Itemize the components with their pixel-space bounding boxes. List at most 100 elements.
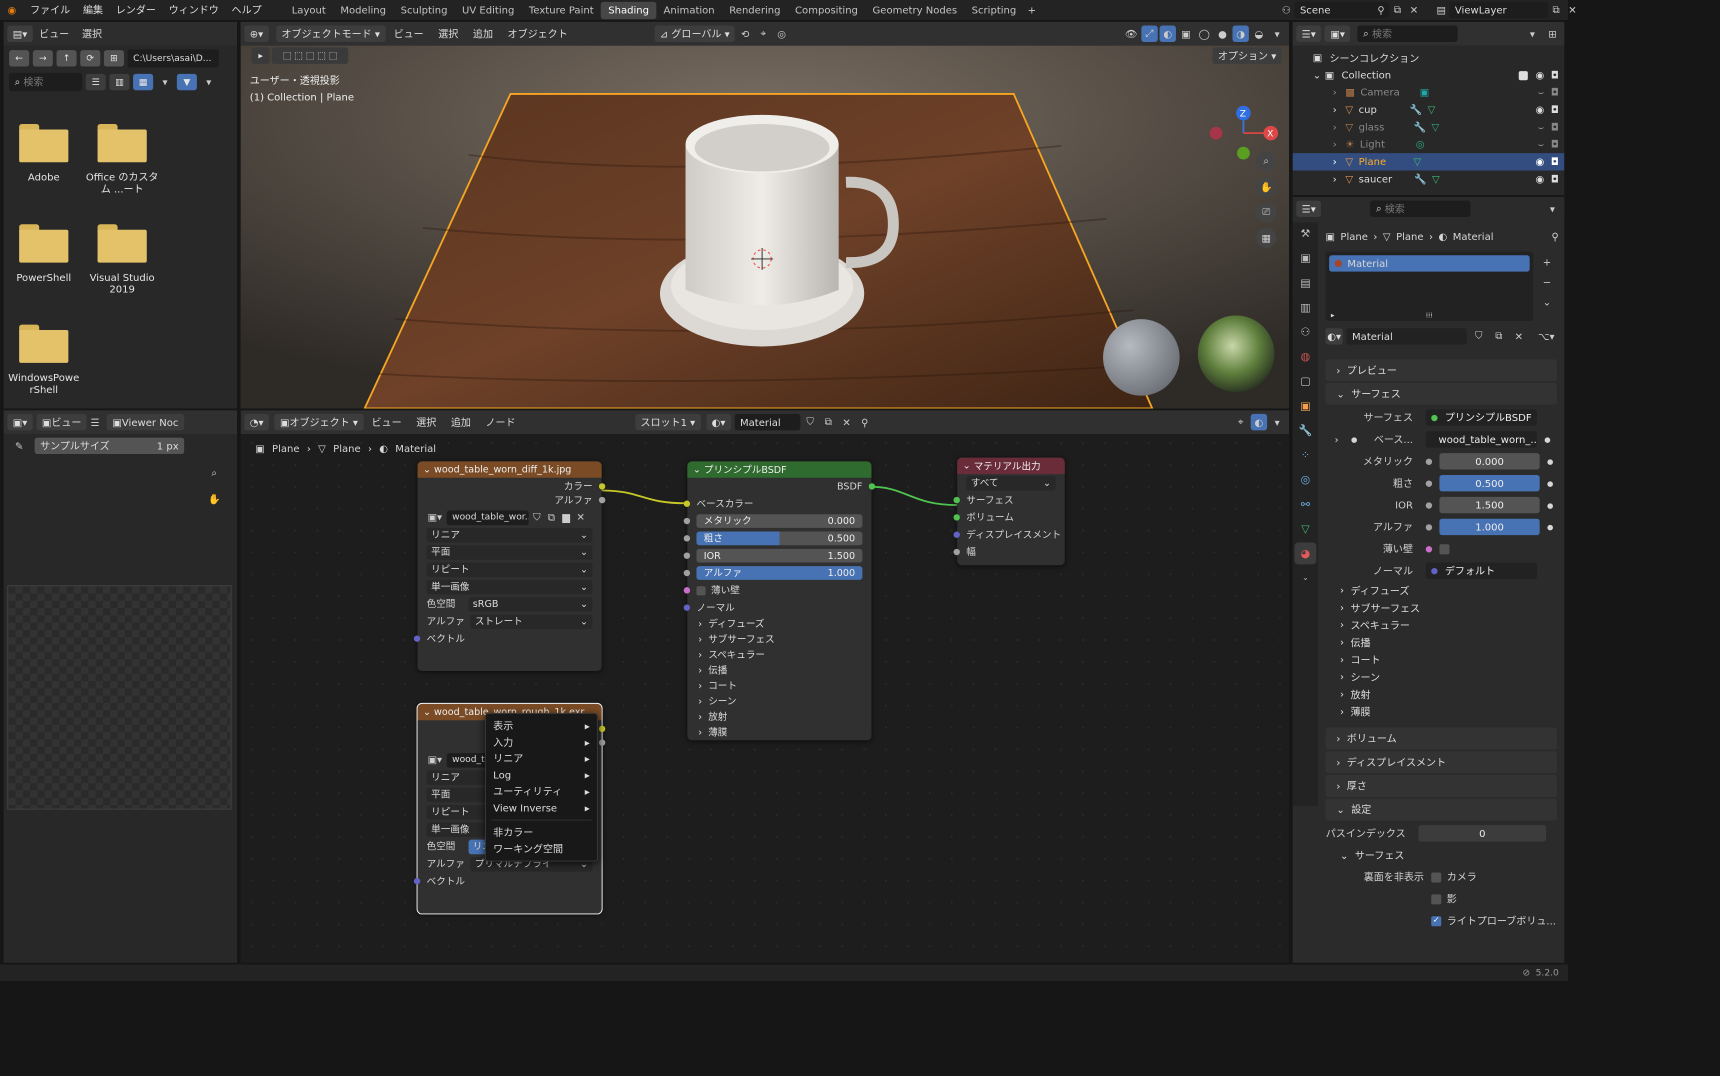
displacement-socket[interactable] bbox=[953, 531, 960, 538]
filter-dropdown-icon[interactable]: ▾ bbox=[201, 74, 217, 90]
eye-icon[interactable]: ◉ bbox=[1535, 156, 1544, 168]
editor-type-select[interactable]: ▤▾ bbox=[7, 25, 33, 42]
tab-rendering[interactable]: Rendering bbox=[722, 1, 788, 18]
panel-specular[interactable]: › スペキュラー bbox=[687, 647, 871, 662]
thin-wall-checkbox[interactable] bbox=[1439, 543, 1450, 554]
particles-tab-icon[interactable]: ⁘ bbox=[1294, 444, 1316, 466]
keyframe-icon[interactable]: ● bbox=[1547, 501, 1553, 509]
image-browse-icon[interactable]: ▣▾ bbox=[425, 509, 445, 525]
principled-bsdf-node[interactable]: ⌄ プリンシプルBSDF BSDF ベースカラー メタリック 0.000 粗さ 0.… bbox=[683, 461, 876, 741]
image-canvas[interactable] bbox=[7, 585, 232, 810]
editor-type-select[interactable]: ☰▾ bbox=[1296, 200, 1322, 217]
vector-input-socket[interactable] bbox=[413, 635, 421, 642]
overlay-icon[interactable]: ◐ bbox=[1159, 25, 1176, 42]
outliner-item-cup[interactable]: › ▽ cup 🔧 ▽ ◉ ◘ bbox=[1293, 101, 1565, 118]
tool-tab-icon[interactable]: ⚒ bbox=[1294, 222, 1316, 244]
menu-file[interactable]: ファイル bbox=[24, 3, 77, 18]
sample-size-field[interactable]: サンプルサイズ 1 px bbox=[34, 437, 185, 455]
section-displacement[interactable]: › ディスプレイスメント bbox=[1325, 751, 1558, 774]
alpha-socket[interactable] bbox=[683, 569, 691, 577]
editor-type-select[interactable]: ▣▾ bbox=[7, 413, 33, 431]
panel-diffuse[interactable]: › ディフューズ bbox=[687, 616, 871, 631]
scene-icon[interactable]: ⚇ bbox=[1278, 2, 1294, 18]
shading-options-icon[interactable]: ▾ bbox=[1269, 26, 1285, 42]
more-tabs-icon[interactable]: ⌄ bbox=[1294, 567, 1316, 589]
node-header[interactable]: ⌄ プリンシプルBSDF bbox=[687, 461, 872, 478]
eye-icon[interactable]: ⌣ bbox=[1538, 121, 1545, 134]
transform-orientation-select[interactable]: ⊿ グローバル ▾ bbox=[654, 25, 736, 42]
node-header[interactable]: ⌄ マテリアル出力 bbox=[957, 457, 1065, 475]
lightprobe-checkbox[interactable]: ✓ bbox=[1431, 915, 1442, 926]
folder-item[interactable]: Office のカスタム ...ート bbox=[86, 123, 159, 195]
image-browse-icon[interactable]: ▣▾ bbox=[425, 752, 445, 768]
back-icon[interactable]: ← bbox=[9, 50, 30, 67]
image-name-field[interactable]: wood_table_wor... bbox=[446, 510, 529, 525]
new-collection-icon[interactable]: ⊞ bbox=[1544, 26, 1560, 42]
pin-icon[interactable]: ⚲ bbox=[1373, 2, 1389, 18]
subpanel-emission[interactable]: › 放射 bbox=[1318, 686, 1564, 703]
view-mode-select[interactable]: ▣ ビュー bbox=[36, 413, 87, 431]
menu-add[interactable]: 追加 bbox=[467, 26, 500, 41]
image-texture-node-diffuse[interactable]: ⌄ wood_table_worn_diff_1k.jpg カラー アルファ ▣… bbox=[413, 461, 606, 672]
object-tab-icon[interactable]: ▣ bbox=[1294, 395, 1316, 417]
eye-icon[interactable]: ◉ bbox=[1535, 104, 1544, 116]
filter-icon[interactable]: ▼ bbox=[176, 73, 197, 91]
camera-icon[interactable]: ◘ bbox=[1551, 139, 1559, 151]
viewport-3d[interactable]: Z X ⊕▾ オブジェクトモード ▾ ビュー 選択 追加 オブジェクト ⊿ グロ… bbox=[240, 21, 1290, 409]
menu-edit[interactable]: 編集 bbox=[77, 3, 110, 18]
pan-hand-icon[interactable]: ✋ bbox=[206, 490, 222, 506]
expand-icon[interactable]: ▸ bbox=[1331, 311, 1335, 319]
alpha-mode-select[interactable]: ストレート ⌄ bbox=[470, 614, 593, 629]
collection-checkbox[interactable] bbox=[1518, 70, 1528, 80]
subpanel-subsurface[interactable]: › サブサーフェス bbox=[1318, 599, 1564, 616]
folder-item[interactable]: WindowsPowerShell bbox=[7, 324, 80, 396]
menu-object[interactable]: オブジェクト bbox=[501, 26, 574, 41]
xray-icon[interactable]: ▣ bbox=[1178, 26, 1194, 42]
fake-user-icon[interactable]: ⛉ bbox=[1471, 328, 1487, 344]
ior-field[interactable]: 1.500 bbox=[1439, 496, 1540, 514]
outliner-item-glass[interactable]: › ▽ glass 🔧 ▽ ⌣ ◘ bbox=[1293, 119, 1565, 136]
camera-icon[interactable]: ◘ bbox=[1551, 156, 1559, 168]
duplicate-icon[interactable]: ⧉ bbox=[1491, 328, 1507, 344]
menu-select[interactable]: 選択 bbox=[432, 26, 465, 41]
gizmo-icon[interactable]: ⤢ bbox=[1141, 25, 1158, 42]
ior-field[interactable]: IOR 1.500 bbox=[696, 548, 863, 563]
camera-icon[interactable]: ◘ bbox=[1551, 87, 1559, 99]
pivot-icon[interactable]: ⟲ bbox=[737, 26, 753, 42]
menu-item-utility[interactable]: ユーティリティ ▸ bbox=[486, 783, 597, 799]
panel-subsurface[interactable]: › サブサーフェス bbox=[687, 632, 871, 647]
subpanel-transmission[interactable]: › 伝播 bbox=[1318, 634, 1564, 651]
vector-input-socket[interactable] bbox=[413, 877, 421, 885]
normal-field[interactable]: デフォルト bbox=[1425, 562, 1537, 579]
sort-dropdown-icon[interactable]: ▾ bbox=[157, 74, 173, 90]
fake-user-icon[interactable]: ⛉ bbox=[531, 509, 544, 525]
ior-socket[interactable] bbox=[683, 552, 691, 559]
thin-wall-socket[interactable] bbox=[683, 587, 691, 594]
subpanel-settings-surface[interactable]: ⌄ サーフェス bbox=[1318, 844, 1564, 866]
material-output-node[interactable]: ⌄ マテリアル出力 すべて ⌄ サーフェス ボリューム ディスプレイスメント 幅 bbox=[953, 457, 1065, 566]
ortho-grid-icon[interactable]: ▦ bbox=[1256, 227, 1277, 248]
outliner-collection[interactable]: ⌄ ▣ Collection ◉ ◘ bbox=[1293, 67, 1565, 84]
open-image-icon[interactable]: ▆ bbox=[560, 509, 573, 525]
section-settings[interactable]: ⌄ 設定 bbox=[1325, 798, 1558, 821]
parent-dir-icon[interactable]: ↑ bbox=[56, 50, 77, 67]
file-search-input[interactable]: ⌕ 検索 bbox=[9, 72, 83, 92]
outliner-item-camera[interactable]: › ▩ Camera ▣ ⌣ ◘ bbox=[1293, 84, 1565, 101]
outliner-scene-collection[interactable]: ▣ シーンコレクション bbox=[1293, 49, 1565, 66]
add-slot-icon[interactable]: + bbox=[1539, 253, 1555, 269]
folder-item[interactable]: PowerShell bbox=[7, 224, 80, 284]
menu-view[interactable]: ビュー bbox=[33, 26, 76, 41]
menu-select[interactable]: 選択 bbox=[76, 26, 109, 41]
menu-item-non-color[interactable]: 非カラー bbox=[486, 824, 597, 840]
snap-icon[interactable]: ⌖ bbox=[755, 26, 771, 42]
material-name-field[interactable]: Material bbox=[1346, 328, 1467, 345]
sample-tool-icon[interactable]: ✎ bbox=[11, 438, 27, 454]
normal-socket[interactable] bbox=[683, 604, 691, 611]
backface-camera-checkbox[interactable] bbox=[1431, 872, 1442, 883]
menu-item-linear[interactable]: リニア ▸ bbox=[486, 750, 597, 766]
panel-emission[interactable]: › 放射 bbox=[687, 709, 871, 724]
subpanel-coat[interactable]: › コート bbox=[1318, 651, 1564, 668]
tab-layout[interactable]: Layout bbox=[284, 1, 333, 18]
thumbnail-view-icon[interactable]: ▦ bbox=[133, 73, 154, 91]
alpha-slider[interactable]: アルファ 1.000 bbox=[696, 566, 863, 580]
